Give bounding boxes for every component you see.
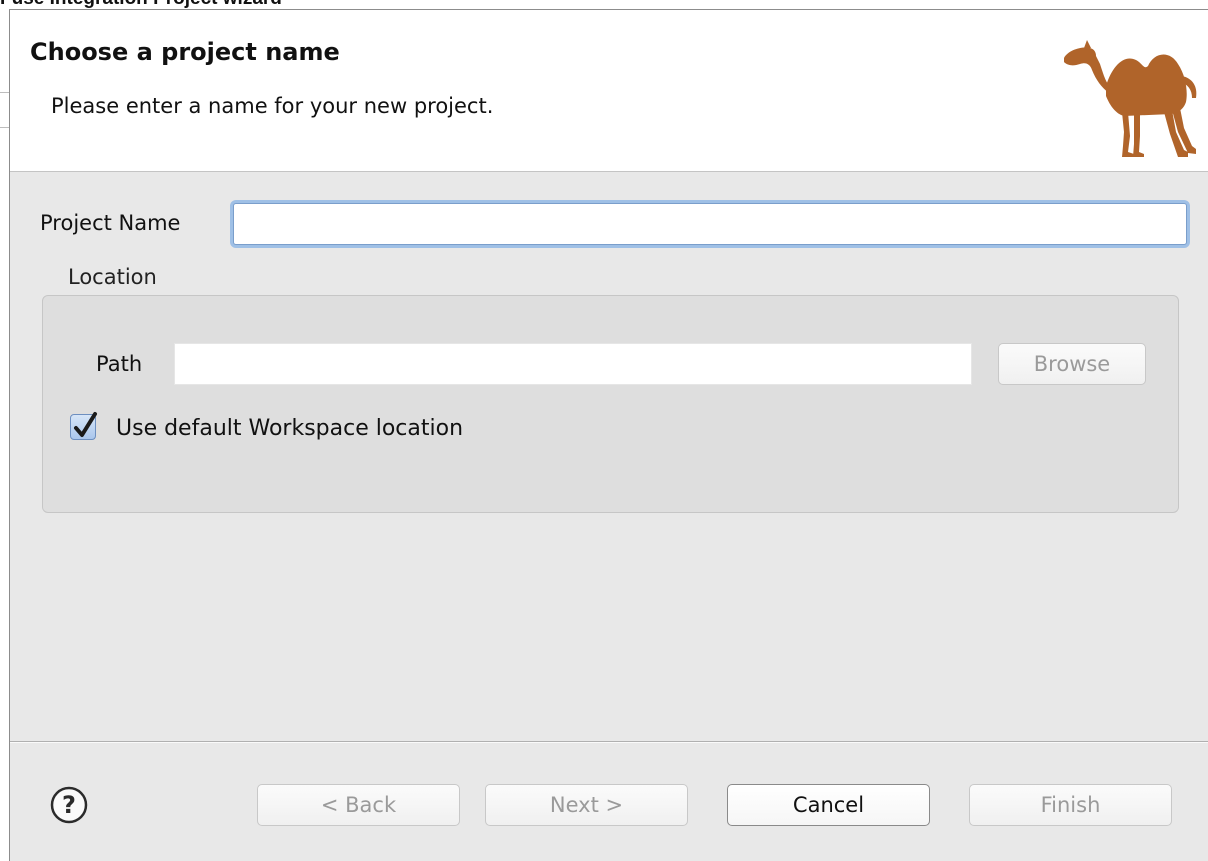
question-mark-icon[interactable]: ? <box>49 785 89 825</box>
finish-button[interactable]: Finish <box>969 784 1172 826</box>
svg-text:?: ? <box>62 791 76 819</box>
next-button[interactable]: Next > <box>485 784 688 826</box>
location-group-label: Location <box>68 265 157 289</box>
footer-divider <box>10 741 1208 743</box>
back-button[interactable]: < Back <box>257 784 460 826</box>
checkmark-icon <box>74 412 97 437</box>
wizard-banner: Choose a project name Please enter a nam… <box>10 10 1208 172</box>
window-edge-fragment <box>0 92 9 128</box>
cancel-button[interactable]: Cancel <box>727 784 930 826</box>
project-name-input[interactable] <box>233 203 1187 245</box>
page-description: Please enter a name for your new project… <box>51 94 494 118</box>
use-default-location-checkbox[interactable] <box>70 412 97 440</box>
path-input[interactable] <box>174 343 972 385</box>
wizard-dialog: Choose a project name Please enter a nam… <box>9 9 1208 861</box>
project-name-label: Project Name <box>40 211 181 235</box>
page-title: Choose a project name <box>30 38 340 66</box>
browse-button[interactable]: Browse <box>998 343 1146 385</box>
location-group: Path Browse Use default Workspace locati… <box>42 295 1179 513</box>
path-label: Path <box>96 352 143 376</box>
use-default-location-label[interactable]: Use default Workspace location <box>116 416 463 441</box>
camel-icon <box>1064 40 1197 157</box>
